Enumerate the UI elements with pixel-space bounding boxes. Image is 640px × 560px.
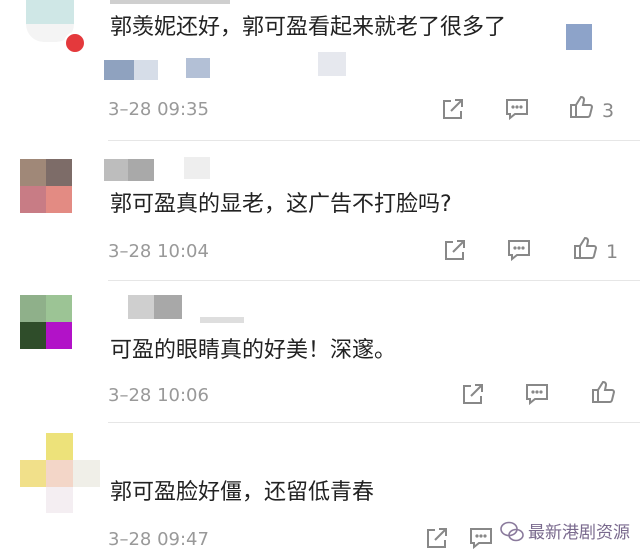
like-count: 3	[602, 100, 615, 122]
red-badge-icon	[64, 32, 86, 54]
reply-icon	[508, 240, 530, 262]
avatar[interactable]	[20, 433, 100, 513]
blurred-block	[104, 60, 134, 80]
reply-button[interactable]	[504, 96, 534, 126]
timestamp: 3–28 09:35	[108, 99, 209, 120]
username-obscured	[154, 295, 182, 319]
reply-icon	[506, 99, 528, 121]
timestamp: 3–28 10:06	[108, 385, 209, 406]
reply-button[interactable]	[524, 381, 554, 411]
comment-text: 郭可盈真的显老，这广告不打脸吗?	[110, 192, 452, 217]
avatar-pixel	[20, 322, 46, 349]
share-button[interactable]	[424, 525, 454, 555]
username-obscured	[128, 159, 154, 181]
reply-button[interactable]	[468, 525, 498, 555]
timestamp: 3–28 10:04	[108, 241, 209, 262]
avatar[interactable]	[20, 295, 72, 349]
avatar-pixel	[46, 460, 73, 487]
blurred-block	[318, 52, 346, 76]
share-button[interactable]	[440, 96, 470, 126]
like-button[interactable]	[572, 235, 602, 265]
like-count: 1	[606, 241, 619, 263]
avatar-pixel	[20, 186, 46, 213]
comment-1: 郭羡妮还好，郭可盈看起来就老了很多了 3–28 09:35 3	[0, 0, 640, 140]
thumbs-up-icon	[574, 236, 598, 259]
avatar-pixel	[46, 186, 72, 213]
blurred-block	[134, 60, 158, 80]
watermark-text: 最新港剧资源	[528, 523, 630, 543]
username-obscured	[128, 295, 154, 319]
wechat-icon	[500, 521, 524, 543]
avatar[interactable]	[26, 0, 74, 24]
timestamp: 3–28 09:47	[108, 529, 209, 550]
username-obscured	[200, 317, 244, 323]
avatar-pixel	[46, 159, 72, 186]
avatar-pixel	[46, 322, 72, 349]
blurred-block	[566, 24, 592, 50]
share-icon	[427, 528, 447, 548]
comment-text: 可盈的眼睛真的好美！深邃。	[110, 338, 397, 363]
share-icon	[463, 384, 483, 404]
username-obscured	[110, 0, 230, 4]
avatar-pixel	[46, 295, 72, 322]
reply-icon	[526, 384, 548, 406]
like-button[interactable]	[568, 94, 598, 124]
comment-text: 郭可盈脸好僵，还留低青春	[110, 480, 375, 505]
username-obscured	[184, 157, 210, 179]
avatar-pixel	[20, 460, 46, 487]
comment-2: 郭可盈真的显老，这广告不打脸吗? 3–28 10:04 1	[0, 141, 640, 279]
comment-4: 郭可盈脸好僵，还留低青春 3–28 09:47 最新港剧资源	[0, 423, 640, 560]
share-button[interactable]	[442, 237, 472, 267]
reply-button[interactable]	[506, 237, 536, 267]
share-icon	[443, 99, 463, 119]
comment-3: 可盈的眼睛真的好美！深邃。 3–28 10:06	[0, 281, 640, 421]
avatar-pixel	[20, 159, 46, 186]
avatar-pixel	[73, 460, 100, 487]
share-icon	[445, 240, 465, 260]
username-obscured	[104, 159, 128, 181]
thumbs-up-icon	[570, 95, 594, 118]
like-button[interactable]	[590, 379, 620, 409]
avatar-pixel	[46, 433, 73, 460]
avatar-pixel	[46, 487, 73, 513]
comment-text: 郭羡妮还好，郭可盈看起来就老了很多了	[110, 15, 507, 40]
thumbs-up-icon	[592, 380, 616, 403]
avatar-pixel	[20, 295, 46, 322]
reply-icon	[470, 528, 492, 550]
share-button[interactable]	[460, 381, 490, 411]
blurred-block	[186, 58, 210, 78]
avatar[interactable]	[20, 159, 72, 213]
